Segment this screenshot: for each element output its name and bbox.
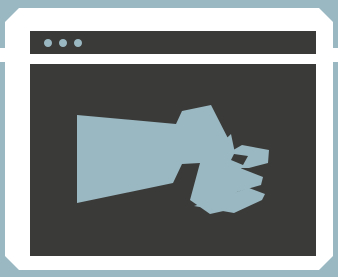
window-dot-2 xyxy=(59,39,67,47)
browser-window-illustration xyxy=(0,0,338,277)
frame-notch-left xyxy=(0,48,9,62)
window-title-bar xyxy=(30,31,316,54)
window-dot-1 xyxy=(44,39,52,47)
raised-fist-icon xyxy=(77,105,269,214)
window-dot-3 xyxy=(74,39,82,47)
window-content-pane xyxy=(30,64,316,256)
frame-notch-right xyxy=(329,48,338,62)
